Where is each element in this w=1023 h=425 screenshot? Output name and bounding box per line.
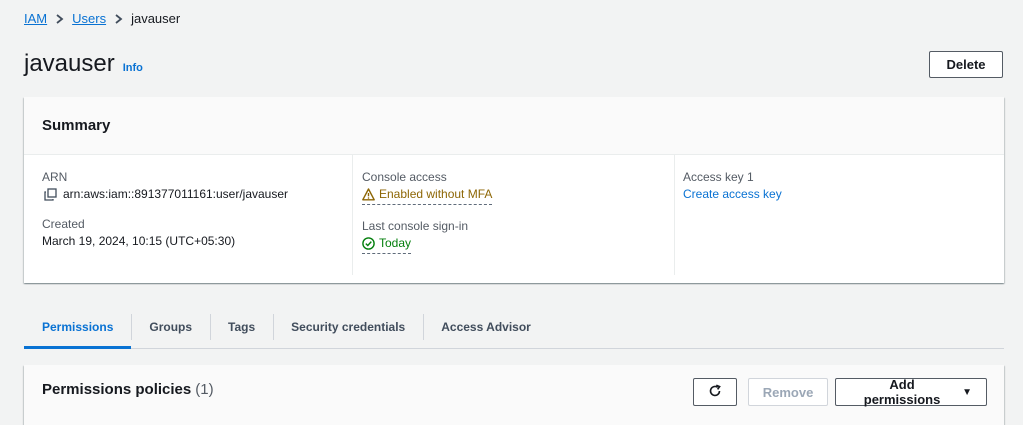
breadcrumb: IAM Users javauser (24, 11, 180, 26)
chevron-right-icon (55, 13, 64, 24)
warning-icon (362, 187, 375, 201)
tab-access-advisor[interactable]: Access Advisor (423, 306, 549, 348)
permissions-policies-count: (1) (195, 381, 214, 398)
tab-security-credentials[interactable]: Security credentials (273, 306, 423, 348)
created-value: March 19, 2024, 10:15 (UTC+05:30) (42, 234, 236, 248)
page-title: javauser (24, 50, 115, 77)
access-key-row: Create access key (683, 185, 993, 203)
breadcrumb-users[interactable]: Users (72, 11, 106, 26)
permissions-policies-heading: Permissions policies (42, 381, 192, 398)
tab-permissions[interactable]: Permissions (24, 306, 132, 349)
console-access-value: Enabled without MFA (379, 187, 493, 201)
remove-button[interactable]: Remove (748, 378, 828, 406)
create-access-key-link[interactable]: Create access key (683, 185, 782, 203)
access-key-field: Access key 1 Create access key (683, 169, 993, 203)
column-divider (352, 155, 353, 275)
tab-groups[interactable]: Groups (131, 306, 210, 348)
refresh-icon (708, 383, 722, 401)
summary-column-3: Access key 1 Create access key (683, 169, 993, 273)
summary-title: Summary (42, 117, 111, 134)
last-signin-status[interactable]: Today (362, 234, 412, 254)
access-key-label: Access key 1 (683, 170, 754, 184)
copy-icon[interactable] (44, 187, 57, 201)
tab-bar: Permissions Groups Tags Security credent… (24, 306, 1004, 349)
column-divider (674, 155, 675, 275)
delete-button[interactable]: Delete (929, 51, 1003, 78)
refresh-button[interactable] (693, 378, 737, 406)
permissions-policies-panel: Permissions policies (1) Remove Add permi… (24, 365, 1004, 425)
last-signin-row: Today (362, 234, 672, 254)
summary-column-1: ARN arn:aws:iam::891377011161:user/javau… (42, 169, 352, 273)
tab-tags[interactable]: Tags (210, 306, 273, 348)
page-header: javauser Info (24, 50, 143, 78)
arn-value: arn:aws:iam::891377011161:user/javauser (63, 187, 289, 201)
console-access-row: Enabled without MFA (362, 185, 672, 205)
created-field: Created March 19, 2024, 10:15 (UTC+05:30… (42, 216, 352, 250)
summary-body: ARN arn:aws:iam::891377011161:user/javau… (24, 155, 1004, 283)
arn-label: ARN (42, 170, 68, 184)
console-access-label: Console access (362, 170, 447, 184)
add-permissions-button[interactable]: Add permissions ▼ (835, 377, 987, 407)
breadcrumb-iam[interactable]: IAM (24, 11, 47, 26)
last-signin-value: Today (379, 236, 412, 250)
last-signin-field: Last console sign-in Today (362, 218, 672, 254)
summary-card: Summary ARN arn:aws:iam::891377011161:us… (24, 97, 1004, 283)
console-access-field: Console access Enabled without MFA (362, 169, 672, 205)
summary-column-2: Console access Enabled without MFA Last … (362, 169, 672, 273)
summary-header: Summary (24, 97, 1004, 155)
arn-field: ARN arn:aws:iam::891377011161:user/javau… (42, 169, 352, 203)
created-label: Created (42, 217, 85, 231)
breadcrumb-current: javauser (131, 11, 181, 26)
check-circle-icon (362, 236, 375, 250)
chevron-right-icon (114, 13, 123, 24)
caret-down-icon: ▼ (962, 386, 972, 398)
console-access-status[interactable]: Enabled without MFA (362, 185, 493, 205)
permissions-policies-title: Permissions policies (1) (42, 381, 214, 398)
info-link[interactable]: Info (123, 62, 143, 74)
last-signin-label: Last console sign-in (362, 219, 469, 233)
add-permissions-label: Add permissions (863, 377, 941, 407)
arn-value-row: arn:aws:iam::891377011161:user/javauser (42, 185, 352, 203)
